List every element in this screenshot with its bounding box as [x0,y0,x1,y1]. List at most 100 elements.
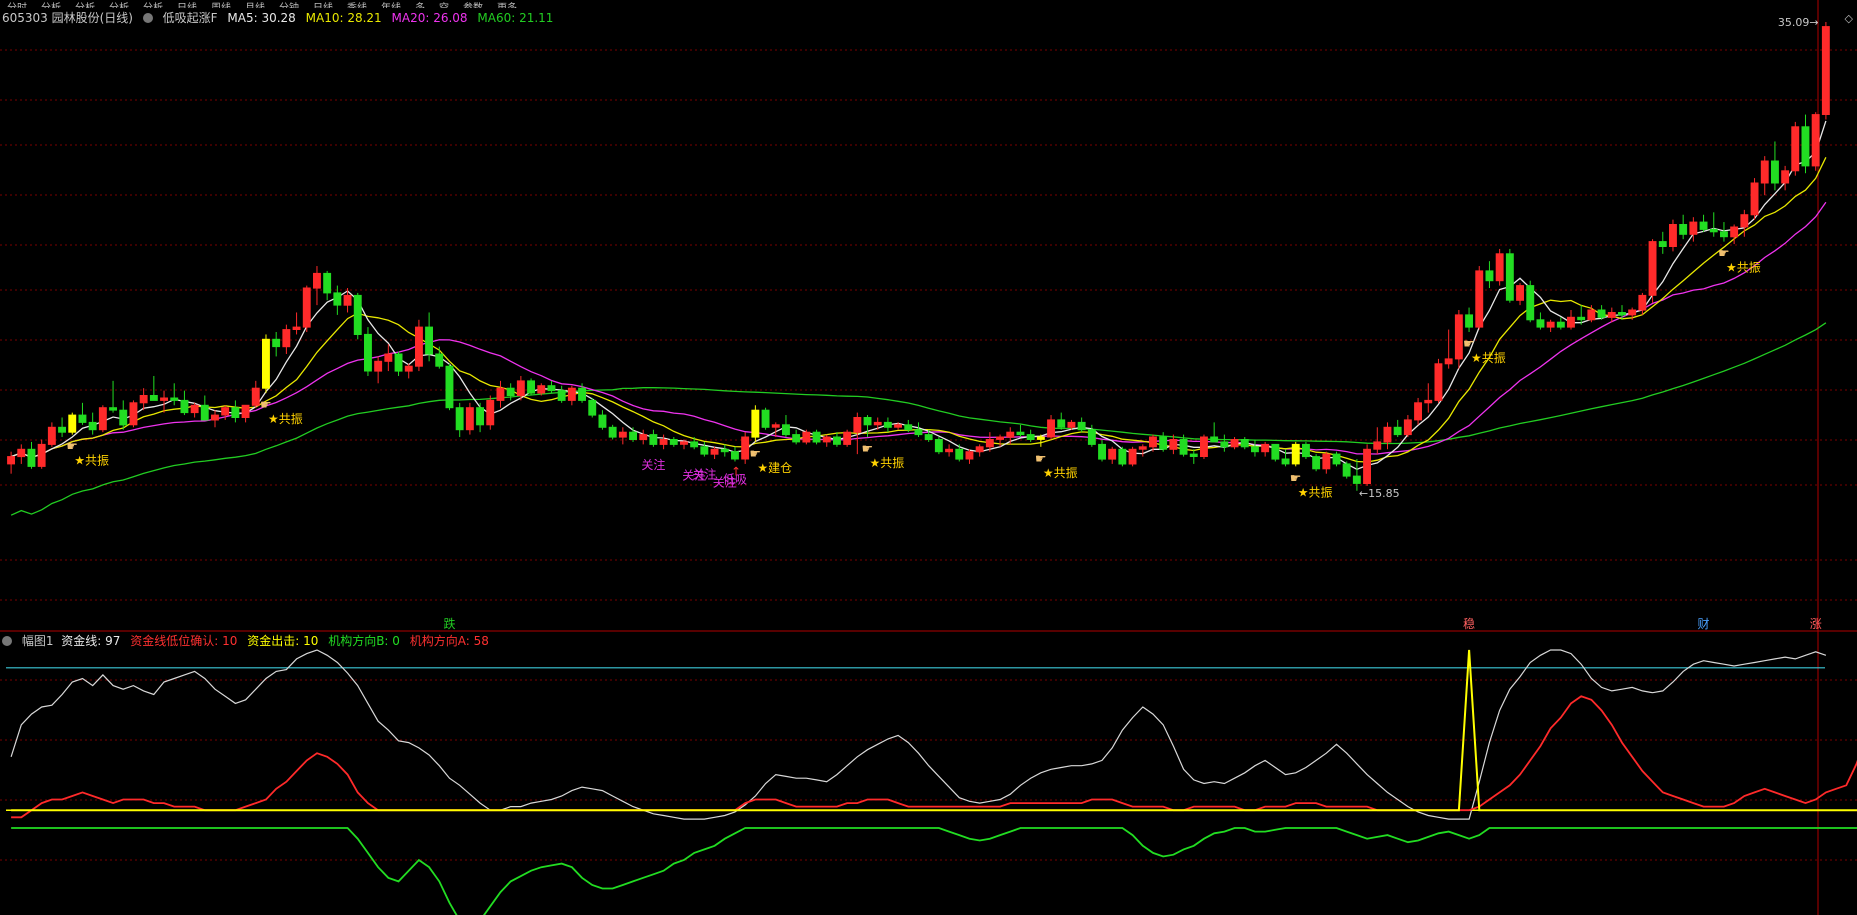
candle-body [149,395,158,401]
signal-label: ★共振 [870,456,905,470]
sub-chart-header: 幅图1 资金线: 97 资金线低位确认: 10 资金出击: 10 机构方向B: … [2,632,495,649]
candle-body [669,439,678,445]
candle-body [251,387,260,406]
candle-body [1750,182,1759,216]
candle-body [1669,224,1677,247]
candle-body [1047,419,1055,438]
candle-body [68,414,77,433]
candle-body [771,424,780,428]
candle-body [1149,436,1157,448]
hand-icon: ☛ [1718,247,1730,262]
candle-body [1648,241,1657,296]
candle-body [1587,309,1596,321]
candle-body [465,407,474,431]
candle-body [1281,458,1290,465]
candle-body [1230,439,1239,448]
candle-body [1067,421,1076,428]
candle-body [527,380,535,394]
candle-body [700,446,709,455]
candle-body [1373,441,1382,450]
kline-chart: ☛★共振☛★共振☛★建仓☛★共振 ☛★共振 ☛★共振☛★共振☛★共振关注关注关注关注… [0,0,1857,915]
candle-body [1302,443,1310,458]
candle-body [1240,439,1249,448]
candle-body [119,409,128,426]
candle-body [1658,241,1667,248]
candle-body [1801,126,1810,167]
candle-body [139,395,148,404]
candle-body [914,429,923,436]
candle-body [58,426,66,433]
candle-body [384,353,393,362]
candle-body [160,397,169,401]
signal-label: ★共振 [1043,466,1078,480]
diamond-icon[interactable]: ◇ [1845,12,1853,25]
candle-body [1342,463,1351,477]
sub-panel-name[interactable]: 幅图1 [22,634,54,648]
candle-body [1597,309,1606,318]
ma60-value: MA60: 21.11 [477,11,554,25]
candle-body [955,448,964,460]
indicator-name[interactable]: 低吸起涨F [163,11,218,25]
gear-icon[interactable] [2,636,12,646]
candle-body [1546,321,1555,328]
candle-body [333,292,342,306]
candle-body [1577,316,1586,321]
candle-body [1352,475,1361,484]
stock-title[interactable]: 605303 园林股份(日线) [2,11,133,25]
candle-body [557,390,566,401]
candle-body [1689,221,1698,235]
signal-label: ★共振 [1298,485,1333,499]
candle-body [353,294,362,335]
high-price-label: 35.09→ [1778,16,1819,29]
candle-body [1424,399,1433,404]
candle-body [822,436,831,443]
candle-body [1363,448,1371,484]
candle-body [853,417,862,433]
candle-body [1138,446,1147,450]
candle-body [710,448,719,455]
signal-label: ★共振 [74,454,109,468]
candle-body [27,448,36,467]
candle-body [761,409,770,428]
candle-body [180,399,189,414]
candle-body [598,414,607,428]
candle-body [1118,448,1127,465]
candle-body [323,272,332,294]
candle-body [812,431,821,443]
candle-body [1393,426,1402,436]
candle-body [1556,321,1565,328]
candle-body [639,434,648,441]
candle-body [894,424,902,428]
candle-body [445,365,454,409]
candle-body [282,329,291,348]
signal-label: ★共振 [1726,261,1761,275]
hand-icon: ☛ [66,440,78,455]
candle-body [404,365,413,372]
signal-label: ★共振 [1471,351,1506,365]
candle-body [496,387,505,401]
candle-body [1444,358,1453,365]
candle-body [547,385,556,392]
candle-body [1740,214,1749,228]
candle-body [537,385,546,394]
candle-body [985,439,994,448]
candle-body [200,404,209,421]
candle-body [1271,443,1280,460]
candle-body [680,441,688,445]
gear-icon[interactable] [142,13,153,23]
fund-out-value: 资金出击: 10 [247,634,319,648]
low-price-label: ←15.85 [1359,487,1400,500]
candle-body [1454,314,1463,360]
hand-icon: ☛ [260,398,272,413]
candle-body [1811,114,1820,167]
hand-icon: ☛ [1035,452,1047,467]
low-confirm-line [11,695,1857,819]
candle-body [1720,231,1728,238]
fund-line-value: 资金线: 97 [61,634,121,648]
candle-body [1128,448,1137,465]
candle-body [1077,421,1086,431]
candle-body [1567,316,1575,328]
candle-body [1251,446,1259,453]
fund-out-line [11,649,1857,812]
candle-body [996,436,1004,440]
